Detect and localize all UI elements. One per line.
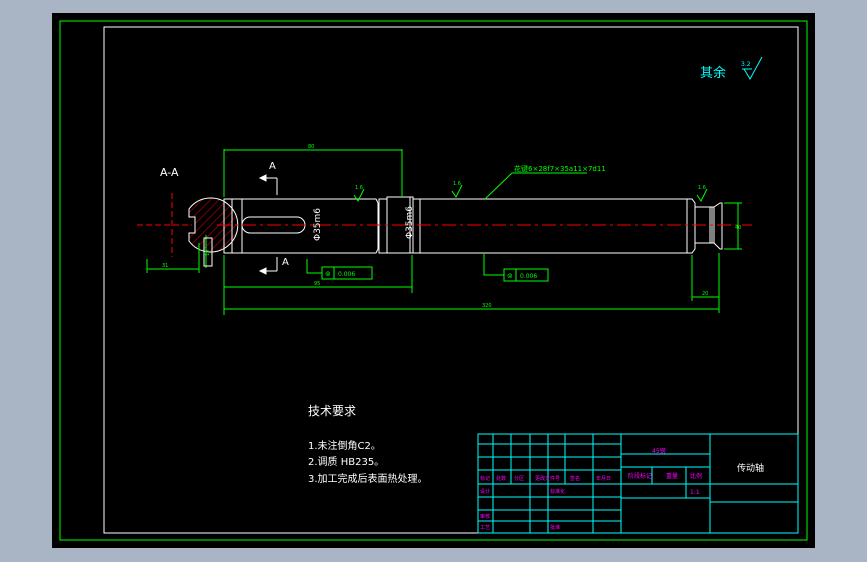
dim-right-dia: 40: [735, 225, 741, 231]
tb-weight-label: 重量: [666, 472, 678, 480]
view-marker-top: [258, 174, 278, 195]
tb-scale: 1:1: [690, 489, 700, 496]
tb-review: 审核: [480, 513, 490, 520]
drawing-viewport[interactable]: 其余 3.2 A-A 31 10 A A 1.6 1.6 1.6 花键6×28f…: [52, 13, 815, 548]
dim-total-length: 320: [482, 303, 492, 309]
tolerance-mid-value: 0.006: [520, 273, 537, 280]
section-view: [137, 193, 239, 273]
dim-right-length: 20: [702, 291, 708, 297]
tb-label-date: 年月日: [596, 475, 611, 482]
drawing-border: [103, 26, 799, 534]
tb-stage-label: 阶段标记: [628, 472, 652, 480]
keyway-note: 花键6×28f7×35a11×7d11: [514, 164, 606, 173]
dim-key-length: 80: [308, 144, 314, 150]
requirement-item-1: 1.未注倒角C2。: [308, 439, 381, 452]
tolerance-left-value: 0.006: [338, 271, 355, 278]
tolerance-mid-symbol: ⊚: [507, 272, 513, 280]
dim-left-diameter: Φ35m6: [313, 208, 323, 241]
requirements-title: 技术要求: [308, 404, 356, 418]
dim-mid-diameter: Φ35m6: [405, 206, 415, 239]
tb-label-sign: 签名: [570, 475, 580, 482]
roughness-general-value: 3.2: [741, 61, 751, 68]
tb-standardize: 标准化: [550, 488, 565, 495]
requirement-item-2: 2.调质 HB235。: [308, 456, 384, 468]
tb-part-name: 传动轴: [737, 462, 764, 474]
tb-design: 设计: [480, 488, 490, 495]
tb-label-zone: 分区: [514, 475, 524, 482]
cad-drawing: 其余 3.2 A-A 31 10 A A 1.6 1.6 1.6 花键6×28f…: [59, 20, 808, 541]
tb-label-change: 更改文件号: [535, 475, 560, 482]
view-marker-bottom: [258, 257, 278, 275]
view-marker-label-top: A: [269, 161, 276, 172]
tb-material: 45钢: [652, 447, 666, 455]
tb-approve: 批准: [550, 524, 560, 531]
roughness-c-value: 1.6: [698, 185, 706, 191]
tolerance-left-symbol: ⊚: [325, 270, 331, 278]
requirement-item-3: 3.加工完成后表面热处理。: [308, 472, 428, 485]
surface-note: 其余: [700, 65, 726, 81]
section-label: A-A: [160, 166, 179, 179]
section-width-dim: 10: [205, 250, 211, 256]
roughness-a-value: 1.6: [355, 185, 363, 191]
tb-label-mark: 标记: [480, 475, 490, 482]
roughness-b-value: 1.6: [453, 181, 461, 187]
tb-scale-label: 比例: [690, 472, 702, 480]
dim-left-section: 95: [314, 281, 320, 287]
section-depth-dim: 31: [162, 263, 168, 269]
tb-label-count: 处数: [496, 475, 506, 482]
keyway-leader: [484, 172, 513, 200]
title-block: [477, 433, 799, 534]
outer-frame: [59, 20, 808, 541]
view-marker-label-bottom: A: [282, 257, 289, 268]
tb-process: 工艺: [480, 525, 490, 531]
